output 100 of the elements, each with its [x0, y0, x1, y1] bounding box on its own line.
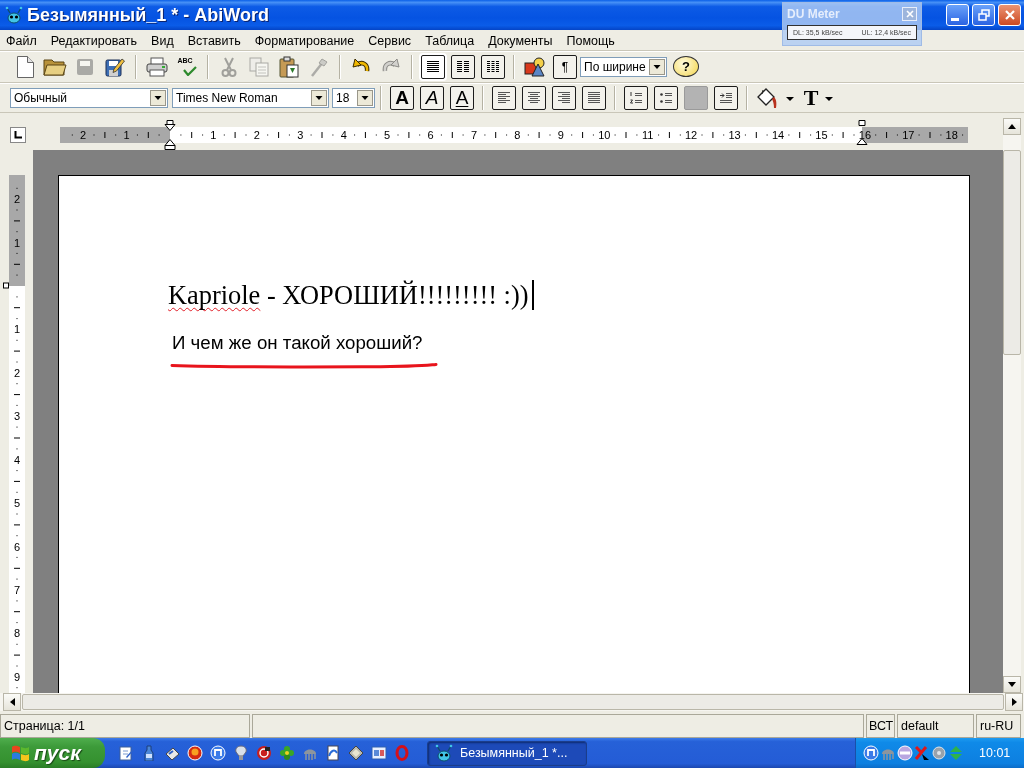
- orb-icon[interactable]: [187, 745, 203, 761]
- one-column-button[interactable]: [421, 54, 445, 79]
- bulleted-list-button[interactable]: [654, 85, 678, 110]
- window-title: Безымянный_1 * - AbiWord: [27, 4, 269, 26]
- ruler-number: 10: [598, 129, 611, 141]
- tilted-card-icon[interactable]: [164, 745, 180, 761]
- tab-stop-button[interactable]: [10, 127, 26, 143]
- ruler-number: 2: [80, 129, 87, 141]
- justify-icon: [587, 90, 601, 105]
- restore-button[interactable]: [972, 4, 995, 26]
- scroll-right-button[interactable]: [1005, 693, 1023, 711]
- ruler-number: 7: [470, 129, 478, 141]
- style-status: default: [897, 714, 974, 738]
- scrollbar-thumb[interactable]: [1003, 150, 1021, 355]
- brush-icon: [310, 56, 328, 77]
- align-left-button[interactable]: [492, 85, 516, 110]
- formatting-marks-button[interactable]: ¶: [553, 54, 577, 79]
- ruler-number: 6: [427, 129, 434, 141]
- bold-button[interactable]: A: [390, 85, 414, 110]
- caret-icon: [824, 95, 835, 102]
- round-badge-icon[interactable]: [210, 745, 226, 761]
- ruler-number: 16: [858, 129, 872, 141]
- text-color-button[interactable]: T: [797, 84, 841, 111]
- help-button[interactable]: ?: [673, 56, 699, 77]
- close-button[interactable]: [998, 4, 1021, 26]
- ruler-number: 6: [13, 540, 21, 553]
- bug-icon: [4, 6, 24, 24]
- numbered-list-button[interactable]: [624, 85, 648, 110]
- scroll-down-button[interactable]: [1003, 676, 1021, 693]
- underline-button[interactable]: A: [450, 85, 474, 110]
- document-pen-icon[interactable]: [118, 745, 134, 761]
- align-right-button[interactable]: [552, 85, 576, 110]
- blank-page-icon: [16, 55, 34, 78]
- page-icon[interactable]: [325, 745, 341, 761]
- lamp-icon[interactable]: [233, 745, 249, 761]
- font-dropdown[interactable]: Times New Roman: [172, 87, 329, 108]
- ruler-number: 13: [728, 129, 741, 141]
- scroll-up-button[interactable]: [1003, 118, 1021, 135]
- three-column-button[interactable]: [481, 54, 505, 79]
- ruler-number: 1: [13, 236, 21, 249]
- cross-arrow-icon[interactable]: [914, 745, 930, 761]
- menu-item[interactable]: Таблица: [418, 32, 482, 48]
- menu-item[interactable]: Вставить: [180, 32, 248, 48]
- zoom-dropdown[interactable]: По ширине: [580, 56, 667, 77]
- paragraph-text: И чем же он такой хороший?: [172, 332, 423, 354]
- indent-button[interactable]: [714, 85, 738, 110]
- clover-icon[interactable]: [279, 745, 295, 761]
- no-entry-icon[interactable]: [897, 745, 913, 761]
- scissors-icon: [221, 56, 237, 77]
- printer-icon: [146, 56, 168, 77]
- margin-marker-icon[interactable]: [3, 282, 9, 289]
- floppy-pencil-icon: [105, 56, 125, 77]
- disc-icon[interactable]: [931, 745, 947, 761]
- minimize-icon: [951, 18, 959, 21]
- widget-title: DU Meter: [787, 7, 840, 21]
- right-arrow-icon: [1011, 698, 1017, 706]
- ruler-number: 3: [13, 410, 21, 423]
- ruler-number: 5: [384, 129, 391, 141]
- start-button[interactable]: пуск: [0, 738, 105, 768]
- italic-button[interactable]: A: [420, 85, 444, 110]
- menu-item[interactable]: Файл: [0, 32, 44, 48]
- heading-text: Kapriole - ХОРОШИЙ!!!!!!!!! :)): [168, 279, 529, 311]
- menu-item[interactable]: Вид: [144, 32, 181, 48]
- menu-item[interactable]: Сервис: [361, 32, 419, 48]
- ruler-number: 1: [13, 323, 21, 336]
- ruler-number: 9: [13, 670, 21, 683]
- round-badge-icon[interactable]: [863, 745, 879, 761]
- menu-item[interactable]: Форматирование: [247, 32, 362, 48]
- clock-text: 10:01: [979, 746, 1011, 760]
- up-arrow-icon: [1008, 124, 1016, 129]
- align-center-button[interactable]: [522, 85, 546, 110]
- indent-marker-icon[interactable]: [164, 120, 176, 150]
- two-column-button[interactable]: [451, 54, 475, 79]
- justify-button[interactable]: [582, 85, 606, 110]
- minimize-button[interactable]: [946, 4, 969, 26]
- ruler-number: 2: [13, 193, 21, 206]
- indent-icon: [719, 90, 733, 105]
- diamond-icon[interactable]: [348, 745, 364, 761]
- taskbar-button[interactable]: Безымянный_1 *...: [427, 740, 587, 766]
- scrollbar-thumb[interactable]: [22, 694, 1004, 710]
- menu-item[interactable]: Помощь: [559, 32, 622, 48]
- ruler-number: 5: [13, 497, 21, 510]
- ruler-number: 9: [557, 129, 564, 141]
- shapes-icon: [524, 56, 546, 77]
- ruler-number: 18: [945, 129, 958, 141]
- scroll-left-button[interactable]: [3, 693, 21, 711]
- font-size-dropdown[interactable]: 18: [332, 87, 375, 108]
- picture-icon[interactable]: [371, 745, 387, 761]
- caret-icon: [357, 89, 373, 106]
- dial-icon[interactable]: [256, 745, 272, 761]
- bottle-icon[interactable]: [141, 745, 157, 761]
- menu-item[interactable]: Редактировать: [43, 32, 145, 48]
- down-arrow-icon: [1008, 682, 1016, 687]
- style-dropdown[interactable]: Обычный: [10, 87, 168, 108]
- paint-bucket-icon: [755, 86, 779, 109]
- menu-item[interactable]: Документы: [481, 32, 560, 48]
- three-column-icon: [486, 59, 500, 74]
- language-status: ru-RU: [976, 714, 1021, 738]
- align-left-icon: [497, 90, 511, 105]
- copy-icon: [249, 56, 269, 77]
